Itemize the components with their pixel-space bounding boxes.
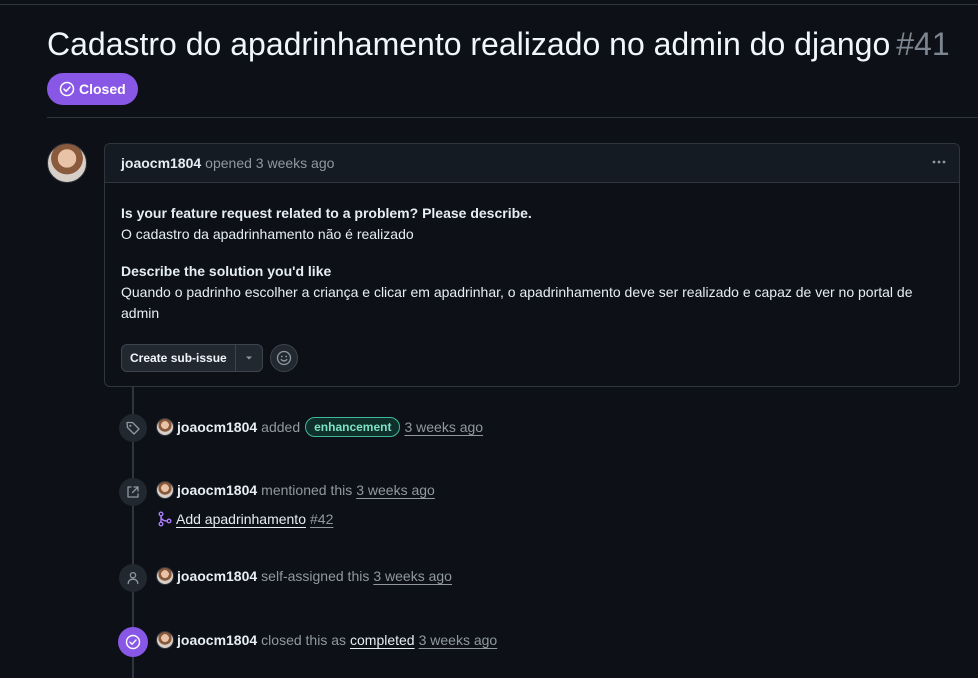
comment-author-link[interactable]: joaocm1804 (121, 155, 201, 171)
solution-text: Quando o padrinho escolher a criança e c… (121, 284, 913, 321)
timeline-mention-event: joaocm1804 mentioned this 3 weeks ago (156, 481, 435, 499)
create-sub-issue-split-button: Create sub-issue (121, 344, 263, 372)
event-time-link[interactable]: 3 weeks ago (356, 482, 435, 498)
check-circle-icon (59, 81, 75, 97)
avatar[interactable] (156, 481, 174, 499)
avatar[interactable] (156, 418, 174, 436)
tag-icon (119, 414, 147, 442)
problem-text: O cadastro da apadrinhamento não é reali… (121, 226, 414, 242)
event-time-link[interactable]: 3 weeks ago (419, 632, 498, 648)
kebab-menu-icon[interactable] (929, 152, 949, 172)
event-time-link[interactable]: 3 weeks ago (404, 419, 483, 435)
check-circle-icon (118, 627, 148, 657)
comment-meta: opened 3 weeks ago (205, 155, 335, 171)
event-author[interactable]: joaocm1804 (177, 482, 257, 498)
issue-title-text: Cadastro do apadrinhamento realizado no … (47, 26, 891, 62)
event-action: added (261, 419, 301, 435)
issue-title: Cadastro do apadrinhamento realizado no … (47, 26, 950, 63)
triangle-down-icon[interactable] (236, 345, 262, 371)
issue-state-badge: Closed (47, 73, 138, 105)
timeline-close-event: joaocm1804 closed this as completed 3 we… (156, 631, 497, 649)
event-author[interactable]: joaocm1804 (177, 568, 257, 584)
comment-body: Is your feature request related to a pro… (105, 183, 959, 324)
timeline-label-event: joaocm1804 added enhancement 3 weeks ago (156, 417, 483, 437)
close-reason-link[interactable]: completed (350, 632, 415, 648)
comment-actions: Create sub-issue (121, 344, 298, 372)
timeline-assign-event: joaocm1804 self-assigned this 3 weeks ag… (156, 567, 452, 585)
issue-number: #41 (896, 26, 950, 62)
event-time-link[interactable]: 3 weeks ago (373, 568, 452, 584)
author-avatar[interactable] (47, 143, 87, 183)
create-sub-issue-button[interactable]: Create sub-issue (122, 345, 236, 371)
pr-number[interactable]: #42 (310, 511, 333, 527)
problem-heading: Is your feature request related to a pro… (121, 205, 532, 221)
issue-comment: joaocm1804 opened 3 weeks ago Is your fe… (104, 143, 960, 387)
label-enhancement[interactable]: enhancement (305, 417, 401, 437)
event-action: mentioned this (261, 482, 353, 498)
smiley-icon[interactable] (269, 344, 298, 372)
event-author[interactable]: joaocm1804 (177, 632, 257, 648)
avatar[interactable] (156, 631, 174, 649)
git-merge-icon (158, 511, 172, 527)
header-divider (47, 117, 978, 118)
cross-reference-icon (119, 478, 147, 506)
event-action: self-assigned this (261, 568, 370, 584)
person-icon (119, 564, 147, 592)
avatar[interactable] (156, 567, 174, 585)
issue-state-label: Closed (79, 81, 126, 97)
referenced-pr[interactable]: Add apadrinhamento #42 (158, 511, 333, 527)
event-action: closed this as (261, 632, 346, 648)
top-border (0, 4, 978, 5)
pr-title-link[interactable]: Add apadrinhamento (176, 511, 306, 527)
comment-header: joaocm1804 opened 3 weeks ago (105, 144, 959, 183)
event-author[interactable]: joaocm1804 (177, 419, 257, 435)
solution-heading: Describe the solution you'd like (121, 263, 332, 279)
